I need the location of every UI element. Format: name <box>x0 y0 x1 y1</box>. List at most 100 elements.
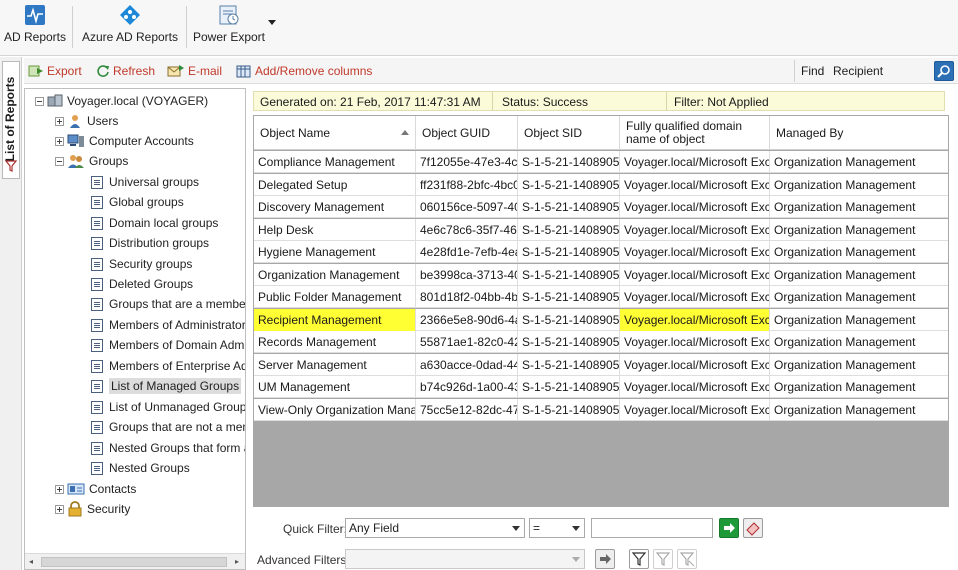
table-cell-fqdn: Voyager.local/Microsoft Excl <box>620 308 770 331</box>
apply-filter-button[interactable] <box>719 518 739 538</box>
filter-edit-button[interactable] <box>653 549 673 569</box>
expand-toggle[interactable] <box>55 136 64 146</box>
column-header-object-sid[interactable]: Object SID <box>518 116 620 150</box>
column-header-object-guid[interactable]: Object GUID <box>416 116 518 150</box>
power-export-button[interactable]: Power Export <box>190 4 268 52</box>
tree-node-users[interactable]: Users <box>55 111 118 131</box>
list-of-reports-tab[interactable]: List of Reports <box>2 61 20 179</box>
tree-item-global-groups[interactable]: Global groups <box>91 192 184 212</box>
tree-item-label: Domain local groups <box>109 216 219 230</box>
tree-item-security-groups[interactable]: Security groups <box>91 254 192 274</box>
ad-reports-label: AD Reports <box>3 30 67 44</box>
sort-ascending-icon <box>401 130 409 135</box>
tree-item-members-of-enterprise-admins[interactable]: Members of Enterprise Adm <box>91 356 245 376</box>
filter-remove-button[interactable] <box>677 549 697 569</box>
scroll-thumb[interactable] <box>41 557 227 567</box>
find-box: Find <box>794 60 956 82</box>
table-cell-managed-by: Organization Management <box>774 380 916 394</box>
table-row[interactable]: Public Folder Management 801d18f2-04bb-4b… <box>254 286 948 308</box>
expand-toggle[interactable] <box>55 484 64 494</box>
table-cell-managed-by: Organization Management <box>774 312 916 327</box>
table-cell-sid: S-1-5-21-14089056 <box>518 151 620 173</box>
tree-item-list-of-unmanaged-groups[interactable]: List of Unmanaged Groups <box>91 397 245 417</box>
table-row[interactable]: Delegated Setup ff231f88-2bfc-4bc0 S-1-5-2… <box>254 173 948 196</box>
tree-item-nested-groups-that-form-a[interactable]: Nested Groups that form a <box>91 438 245 458</box>
expand-toggle[interactable] <box>55 116 64 126</box>
tree-item-label: Security groups <box>109 257 193 271</box>
tree-item-groups-that-are-a-member[interactable]: Groups that are a member <box>91 294 245 314</box>
quick-filter-value-input[interactable] <box>591 518 713 538</box>
find-input[interactable] <box>831 61 929 81</box>
tree-item-deleted-groups[interactable]: Deleted Groups <box>91 274 193 294</box>
tree-node-contacts[interactable]: Contacts <box>55 479 136 499</box>
column-header-managed-by[interactable]: Managed By <box>770 116 948 150</box>
expand-toggle[interactable] <box>55 504 64 514</box>
tree-root-node[interactable]: Voyager.local (VOYAGER) <box>35 91 208 111</box>
advanced-filter-select[interactable] <box>345 549 585 569</box>
table-row[interactable]: View-Only Organization Manag 75cc5e12-82d… <box>254 398 948 421</box>
tree-root-label: Voyager.local (VOYAGER) <box>67 94 209 108</box>
scroll-left-arrow[interactable]: ◂ <box>29 557 33 566</box>
table-row[interactable]: UM Management b74c926d-1a00-43 S-1-5-21-14… <box>254 376 948 398</box>
ad-reports-button[interactable]: AD Reports <box>2 4 68 52</box>
column-header-object-name[interactable]: Object Name <box>254 116 416 150</box>
tree-item-label: Members of Administrators <box>109 318 246 332</box>
report-icon <box>91 257 103 271</box>
scroll-right-arrow[interactable]: ▸ <box>235 557 239 566</box>
table-row[interactable]: Recipient Management 2366e5e8-90d6-4af S-1… <box>254 308 948 331</box>
tree-item-members-of-domain-admins[interactable]: Members of Domain Admins <box>91 335 245 355</box>
column-header-fqdn[interactable]: Fully qualified domain name of object <box>620 116 770 150</box>
tree-item-groups-that-are-not-a-member[interactable]: Groups that are not a mem <box>91 417 245 437</box>
report-info-bar: Generated on: 21 Feb, 2017 11:47:31 AM S… <box>253 91 945 111</box>
power-export-dropdown-icon[interactable] <box>268 20 276 26</box>
quick-filter-field-select[interactable]: Any Field <box>345 518 525 538</box>
tree-item-list-of-managed-groups[interactable]: List of Managed Groups <box>91 376 242 396</box>
tree-item-label: Deleted Groups <box>109 277 194 291</box>
export-button[interactable]: Export <box>28 63 82 79</box>
table-cell-sid: S-1-5-21-14089056 <box>518 398 620 421</box>
tree-item-nested-groups[interactable]: Nested Groups <box>91 458 190 478</box>
collapse-toggle[interactable] <box>55 156 64 166</box>
table-cell-sid: S-1-5-21-14089056 <box>518 173 620 196</box>
tree-item-universal-groups[interactable]: Universal groups <box>91 172 199 192</box>
tree-item-members-of-administrators[interactable]: Members of Administrators <box>91 315 246 335</box>
tree-item-distribution-groups[interactable]: Distribution groups <box>91 233 209 253</box>
table-cell-guid: 2366e5e8-90d6-4af <box>416 308 518 331</box>
email-button[interactable]: E-mail <box>167 63 222 79</box>
table-row[interactable]: Records Management 55871ae1-82c0-428 S-1-5… <box>254 331 948 353</box>
table-row[interactable]: Hygiene Management 4e28fd1e-7efb-4ea S-1-5… <box>254 241 948 263</box>
filter-status-text: Filter: Not Applied <box>674 95 769 109</box>
clear-filter-button[interactable] <box>743 518 763 538</box>
filter-button[interactable] <box>629 549 649 569</box>
table-cell-managed-by: Organization Management <box>774 402 916 417</box>
lock-icon <box>68 501 82 517</box>
refresh-button[interactable]: Refresh <box>96 63 155 79</box>
collapse-toggle[interactable] <box>35 96 44 106</box>
chevron-down-icon <box>572 557 580 562</box>
apply-advanced-filter-button[interactable] <box>595 549 615 569</box>
grid-header: Object Name Object GUID Object SID Fully… <box>254 116 948 150</box>
tree-label-users: Users <box>87 114 119 128</box>
quick-filter-operator-select[interactable]: = <box>529 518 585 538</box>
tree-item-domain-local-groups[interactable]: Domain local groups <box>91 213 218 233</box>
export-icon <box>28 65 43 77</box>
table-row[interactable]: Server Management a630acce-0dad-44c S-1-5-… <box>254 353 948 376</box>
table-cell-guid: 7f12055e-47e3-4ce <box>416 151 518 173</box>
refresh-label: Refresh <box>113 64 156 78</box>
find-button[interactable] <box>934 61 954 81</box>
add-remove-columns-button[interactable]: Add/Remove columns <box>236 63 372 79</box>
tree-horizontal-scrollbar[interactable]: ◂ ▸ <box>25 553 245 569</box>
tree-node-groups[interactable]: Groups <box>55 151 128 171</box>
tree-node-computer-accounts[interactable]: Computer Accounts <box>55 131 194 151</box>
table-row[interactable]: Help Desk 4e6c78c6-35f7-461 S-1-5-21-14089… <box>254 218 948 241</box>
table-cell-name: Compliance Management <box>254 151 416 173</box>
table-row[interactable]: Organization Management be3998ca-3713-401… <box>254 263 948 286</box>
table-cell-managed-by: Organization Management <box>774 222 916 237</box>
table-cell-name: Organization Management <box>254 263 416 286</box>
report-icon <box>91 400 103 414</box>
table-row[interactable]: Discovery Management 060156ce-5097-40c S-1… <box>254 196 948 218</box>
table-row[interactable]: Compliance Management 7f12055e-47e3-4ce S-… <box>254 151 948 173</box>
azure-ad-reports-button[interactable]: Azure AD Reports <box>78 4 182 52</box>
report-icon <box>91 461 103 475</box>
tree-node-security[interactable]: Security <box>55 499 130 519</box>
